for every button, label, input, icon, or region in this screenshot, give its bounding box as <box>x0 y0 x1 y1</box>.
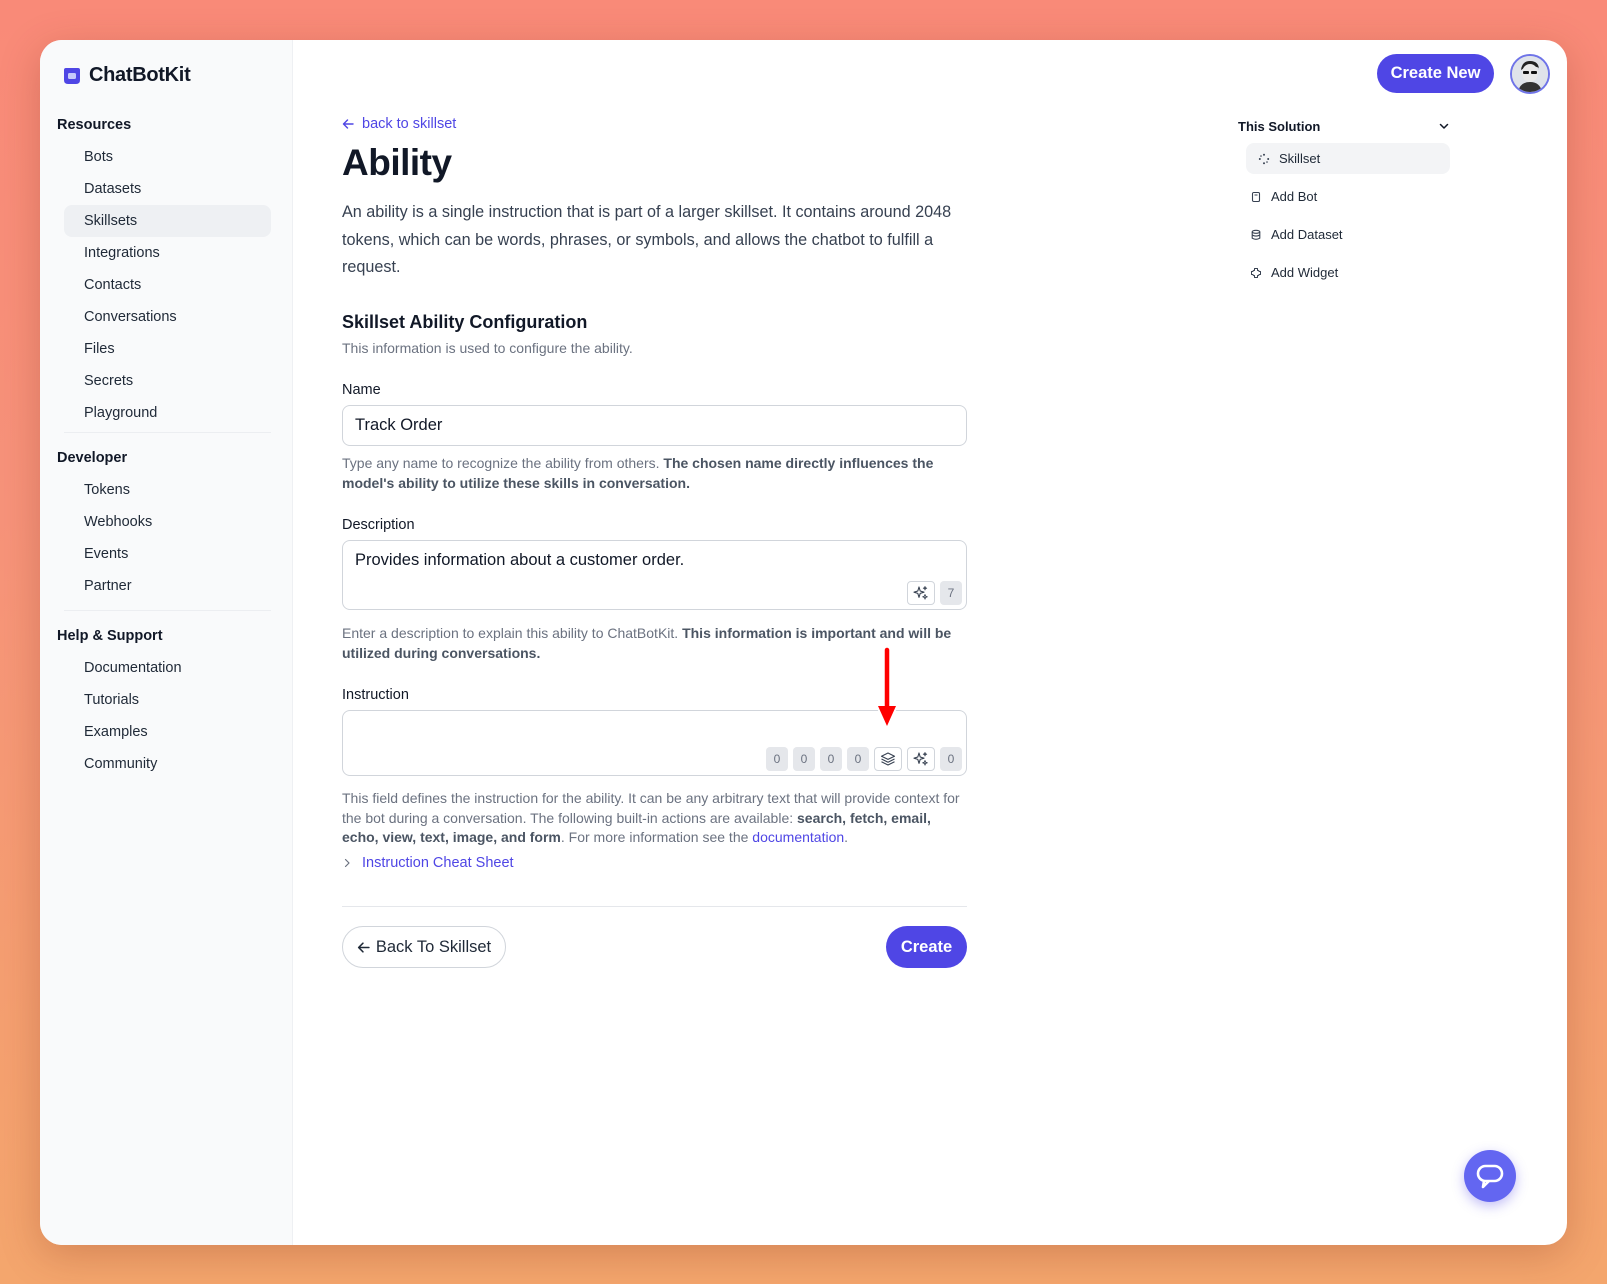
sparkles-icon <box>913 586 928 600</box>
instruction-label: Instruction <box>342 687 409 703</box>
form-divider <box>342 906 967 907</box>
sidebar-item-documentation[interactable]: Documentation <box>64 652 271 684</box>
instruction-cheat-sheet-toggle[interactable]: Instruction Cheat Sheet <box>342 855 514 871</box>
page-title: Ability <box>342 142 452 183</box>
ai-generate-button[interactable] <box>907 581 935 605</box>
back-to-skillset-button[interactable]: Back To Skillset <box>342 926 506 968</box>
user-avatar-icon <box>1512 56 1548 92</box>
cheat-sheet-label: Instruction Cheat Sheet <box>362 855 514 871</box>
sidebar: ChatBotKit Resources Bots Datasets Skill… <box>40 40 293 1245</box>
instruction-help-end: . <box>844 829 849 845</box>
back-button-label: Back To Skillset <box>375 937 492 956</box>
instruction-counter-chip: 0 <box>793 747 815 771</box>
skillset-icon <box>1258 153 1270 164</box>
instruction-counter-chip: 0 <box>766 747 788 771</box>
annotation-arrow-icon <box>875 646 899 730</box>
sidebar-item-skillsets[interactable]: Skillsets <box>64 205 271 237</box>
arrow-left-icon <box>342 119 354 129</box>
description-label: Description <box>342 517 415 533</box>
nav-group-help-support: Help & Support Documentation Tutorials E… <box>57 628 277 780</box>
instruction-toolbar: 0 0 0 0 0 <box>766 747 962 771</box>
solution-item-label: Add Dataset <box>1271 227 1343 242</box>
arrow-left-icon <box>357 941 370 953</box>
name-label: Name <box>342 382 381 398</box>
name-input-value: Track Order <box>355 416 443 434</box>
back-to-skillset-link[interactable]: back to skillset <box>342 116 456 132</box>
sidebar-item-datasets[interactable]: Datasets <box>64 173 271 205</box>
nav-heading: Developer <box>57 450 128 466</box>
bot-icon <box>1251 191 1261 202</box>
sidebar-item-conversations[interactable]: Conversations <box>64 301 271 333</box>
instruction-counter-chip: 0 <box>820 747 842 771</box>
sidebar-item-webhooks[interactable]: Webhooks <box>64 506 271 538</box>
name-input[interactable]: Track Order <box>342 405 967 446</box>
templates-button[interactable] <box>874 747 902 771</box>
create-new-button[interactable]: Create New <box>1377 54 1494 93</box>
sidebar-item-community[interactable]: Community <box>64 748 271 780</box>
solution-item-skillset[interactable]: Skillset <box>1246 143 1450 174</box>
chat-bubble-icon <box>1476 1164 1504 1189</box>
solution-item-add-widget[interactable]: Add Widget <box>1246 257 1450 288</box>
sidebar-item-tutorials[interactable]: Tutorials <box>64 684 271 716</box>
sidebar-item-secrets[interactable]: Secrets <box>64 365 271 397</box>
section-title: Skillset Ability Configuration <box>342 312 588 332</box>
sidebar-item-tokens[interactable]: Tokens <box>64 474 271 506</box>
nav-group-developer: Developer Tokens Webhooks Events Partner <box>57 450 277 602</box>
sidebar-item-examples[interactable]: Examples <box>64 716 271 748</box>
app-name: ChatBotKit <box>89 64 191 86</box>
create-button[interactable]: Create <box>886 926 967 968</box>
chevron-down-icon <box>1439 123 1449 129</box>
solution-panel: This Solution Skillset Add Bot Add Datas… <box>1238 116 1450 288</box>
sidebar-item-contacts[interactable]: Contacts <box>64 269 271 301</box>
nav-divider <box>64 432 271 433</box>
logo[interactable]: ChatBotKit <box>61 64 191 87</box>
back-link-label: back to skillset <box>362 116 457 132</box>
documentation-link[interactable]: documentation <box>752 829 844 845</box>
chat-widget-button[interactable] <box>1464 1150 1516 1202</box>
description-toolbar: 7 <box>907 581 962 605</box>
sidebar-item-playground[interactable]: Playground <box>64 397 271 429</box>
page-intro: An ability is a single instruction that … <box>342 203 952 276</box>
name-help-plain: Type any name to recognize the ability f… <box>342 455 664 471</box>
widget-icon <box>1251 267 1261 278</box>
description-token-count: 7 <box>940 581 962 605</box>
instruction-help-part2: . For more information see the <box>560 829 753 845</box>
chevron-right-icon <box>344 858 350 868</box>
nav-group-resources: Resources Bots Datasets Skillsets Integr… <box>57 117 277 429</box>
ai-generate-button[interactable] <box>907 747 935 771</box>
sidebar-item-partner[interactable]: Partner <box>64 570 271 602</box>
sparkles-icon <box>913 752 928 766</box>
instruction-counter-chip: 0 <box>847 747 869 771</box>
name-help-text: Type any name to recognize the ability f… <box>342 454 967 493</box>
description-textarea[interactable]: Provides information about a customer or… <box>342 540 967 610</box>
solution-item-label: Skillset <box>1279 151 1321 166</box>
instruction-help-text: This field defines the instruction for t… <box>342 789 967 848</box>
layers-icon <box>880 752 896 766</box>
nav-heading: Resources <box>57 117 132 133</box>
section-subtitle: This information is used to configure th… <box>342 340 633 356</box>
sidebar-item-events[interactable]: Events <box>64 538 271 570</box>
solution-panel-heading: This Solution <box>1238 118 1321 134</box>
solution-panel-toggle[interactable]: This Solution <box>1238 116 1450 136</box>
solution-item-add-dataset[interactable]: Add Dataset <box>1246 219 1450 250</box>
sidebar-item-files[interactable]: Files <box>64 333 271 365</box>
sidebar-item-bots[interactable]: Bots <box>64 141 271 173</box>
avatar[interactable] <box>1510 54 1550 94</box>
chatbotkit-logo-icon <box>64 67 80 84</box>
description-help-plain: Enter a description to explain this abil… <box>342 625 683 641</box>
app-window: ChatBotKit Resources Bots Datasets Skill… <box>40 40 1567 1245</box>
solution-item-label: Add Bot <box>1271 189 1318 204</box>
solution-item-label: Add Widget <box>1271 265 1339 280</box>
dataset-icon <box>1251 229 1261 240</box>
description-value: Provides information about a customer or… <box>355 551 685 569</box>
sidebar-item-integrations[interactable]: Integrations <box>64 237 271 269</box>
nav-heading: Help & Support <box>57 628 163 644</box>
instruction-token-count: 0 <box>940 747 962 771</box>
nav-divider <box>64 610 271 611</box>
solution-item-add-bot[interactable]: Add Bot <box>1246 181 1450 212</box>
